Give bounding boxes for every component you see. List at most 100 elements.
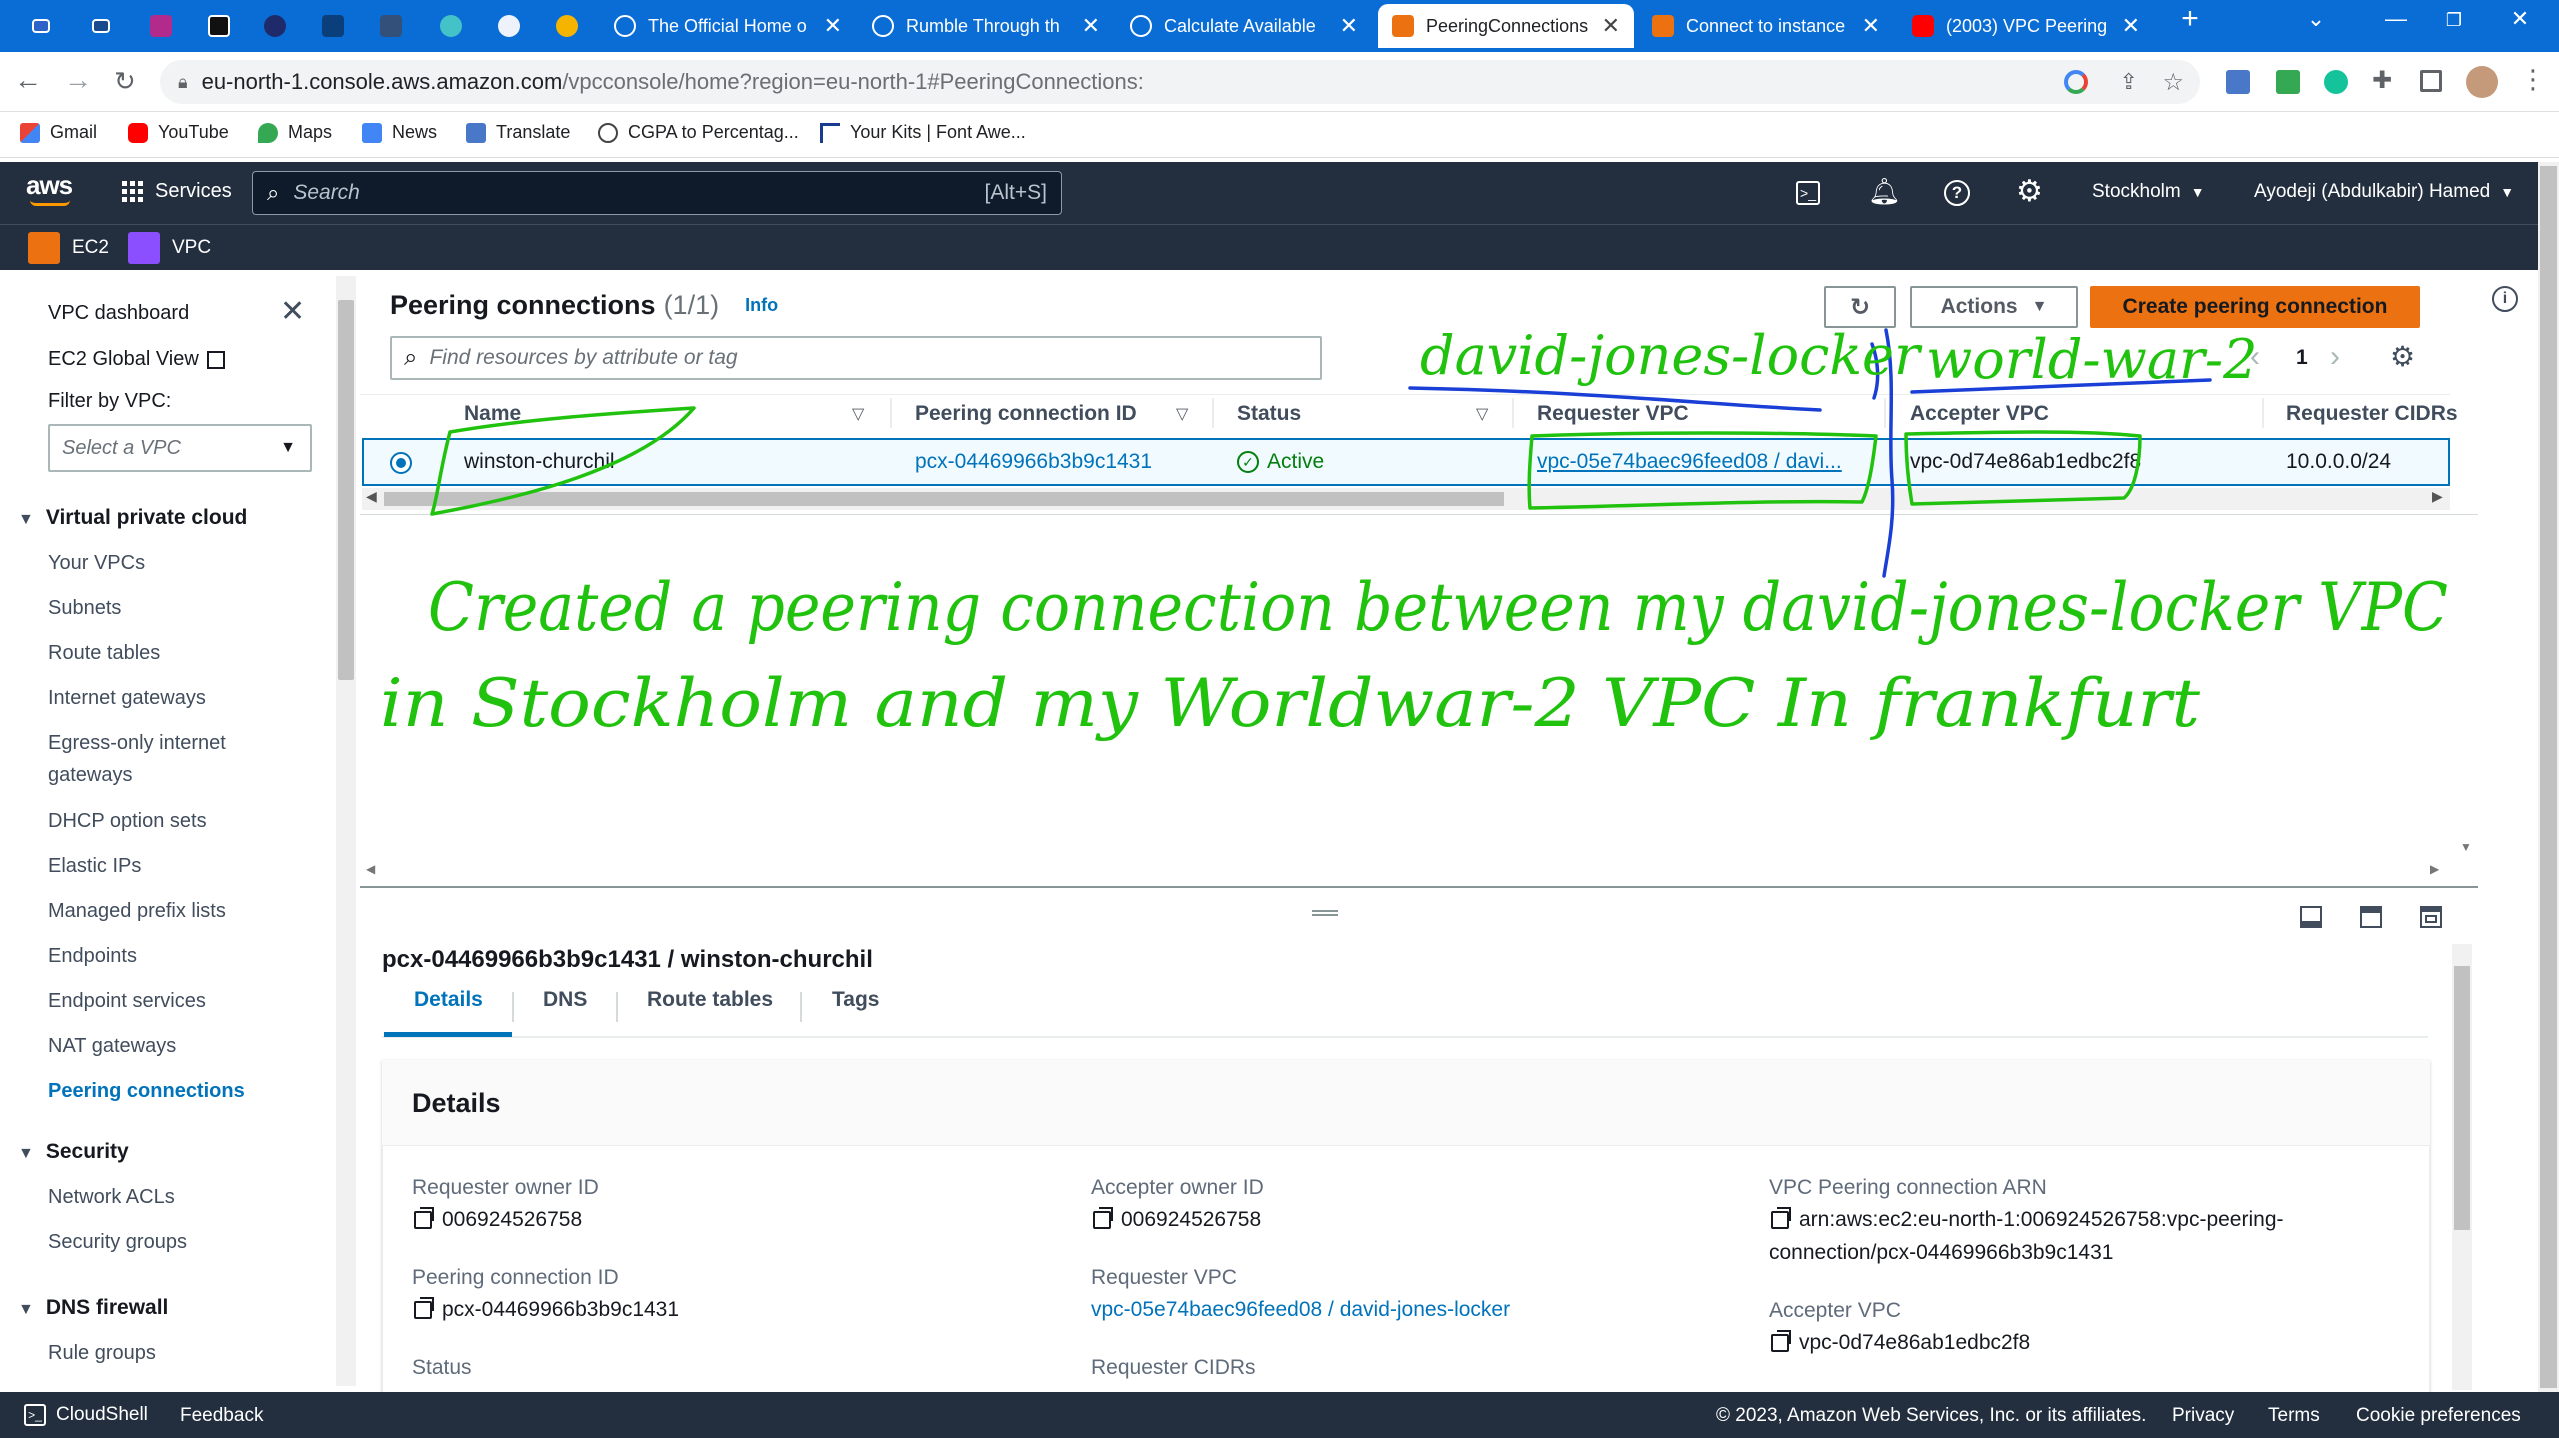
copy-icon[interactable]: [1771, 1330, 1791, 1352]
nav-egress-only-gateways[interactable]: Egress-only internet: [48, 732, 226, 755]
console-search-input[interactable]: ⌕ Search [Alt+S]: [252, 171, 1062, 215]
nav-section-vpc[interactable]: ▼ Virtual private cloud: [18, 506, 247, 530]
filter-input[interactable]: ⌕ Find resources by attribute or tag: [390, 336, 1322, 380]
column-header-accepter-vpc[interactable]: Accepter VPC: [1910, 402, 2049, 426]
cloudshell-icon[interactable]: >_: [1796, 181, 1820, 205]
close-icon[interactable]: ✕: [824, 13, 842, 39]
pinned-tab[interactable]: [310, 8, 356, 44]
column-header-requester-cidrs[interactable]: Requester CIDRs: [2286, 402, 2458, 426]
pinned-tab[interactable]: [138, 8, 184, 44]
favorite-vpc[interactable]: VPC: [128, 232, 211, 264]
google-icon[interactable]: [2064, 70, 2088, 94]
new-tab-button[interactable]: +: [2170, 2, 2210, 36]
panel-full-icon[interactable]: [2420, 906, 2442, 928]
scroll-right-arrow[interactable]: ▶: [2430, 862, 2439, 876]
nav-route-tables[interactable]: Route tables: [48, 642, 160, 665]
nav-your-vpcs[interactable]: Your VPCs: [48, 552, 145, 575]
pinned-tab[interactable]: [368, 8, 414, 44]
nav-ec2-global-view[interactable]: EC2 Global View: [48, 348, 225, 371]
browser-tab-active[interactable]: PeeringConnections ✕: [1378, 4, 1634, 48]
nav-subnets[interactable]: Subnets: [48, 597, 121, 620]
nav-peering-connections[interactable]: Peering connections: [48, 1080, 245, 1103]
nav-elastic-ips[interactable]: Elastic IPs: [48, 855, 141, 878]
minimize-button[interactable]: —: [2376, 6, 2416, 32]
page-scroll-thumb[interactable]: [2540, 166, 2557, 1388]
bell-icon[interactable]: 🔔︎: [1868, 176, 1901, 207]
nav-endpoint-services[interactable]: Endpoint services: [48, 990, 206, 1013]
filter-sort-icon[interactable]: ▽: [1176, 404, 1188, 424]
detail-scroll-thumb[interactable]: [2454, 966, 2470, 1230]
bookmark-cgpa[interactable]: CGPA to Percentag...: [598, 122, 799, 143]
close-icon[interactable]: ✕: [1862, 13, 1880, 39]
close-icon[interactable]: ✕: [1340, 13, 1358, 39]
column-header-peering-id[interactable]: Peering connection ID: [915, 402, 1137, 426]
sidebar-scroll-thumb[interactable]: [338, 300, 354, 680]
pinned-tab[interactable]: [196, 8, 242, 44]
nav-rule-groups[interactable]: Rule groups: [48, 1342, 156, 1365]
refresh-button[interactable]: ↻: [1824, 286, 1896, 328]
nav-section-security[interactable]: ▼ Security: [18, 1140, 129, 1164]
region-selector[interactable]: Stockholm ▼: [2092, 181, 2205, 203]
nav-vpc-dashboard[interactable]: VPC dashboard: [48, 302, 189, 325]
browser-tab[interactable]: (2003) VPC Peering ✕: [1898, 4, 2154, 48]
create-peering-connection-button[interactable]: Create peering connection: [2090, 286, 2420, 328]
info-panel-icon[interactable]: i: [2492, 286, 2518, 312]
row-radio[interactable]: [390, 452, 412, 474]
pinned-tab[interactable]: [18, 8, 64, 44]
copy-icon[interactable]: [414, 1297, 434, 1319]
nav-dhcp-option-sets[interactable]: DHCP option sets: [48, 810, 207, 833]
column-header-requester-vpc[interactable]: Requester VPC: [1537, 402, 1689, 426]
pinned-tab[interactable]: [544, 8, 590, 44]
info-link[interactable]: Info: [745, 295, 778, 316]
bookmark-translate[interactable]: Translate: [466, 122, 570, 143]
nav-managed-prefix-lists[interactable]: Managed prefix lists: [48, 900, 226, 923]
browser-tab[interactable]: Rumble Through th ✕: [858, 4, 1114, 48]
panel-top-icon[interactable]: [2360, 906, 2382, 928]
nav-network-acls[interactable]: Network ACLs: [48, 1186, 175, 1209]
tab-search-chevron-icon[interactable]: ⌄: [2296, 6, 2336, 32]
scroll-left-arrow[interactable]: ◀: [366, 488, 377, 505]
tab-details[interactable]: Details: [414, 988, 483, 1012]
aws-logo[interactable]: aws: [26, 170, 73, 201]
puzzle-icon[interactable]: ✚: [2372, 66, 2392, 95]
side-panel-icon[interactable]: [2420, 70, 2442, 92]
vpc-filter-select[interactable]: Select a VPC ▼: [48, 424, 312, 472]
column-header-name[interactable]: Name: [464, 402, 521, 426]
extension-icon[interactable]: [2276, 70, 2300, 94]
star-icon[interactable]: ☆: [2162, 68, 2184, 97]
maximize-button[interactable]: ❐: [2434, 10, 2474, 31]
nav-nat-gateways[interactable]: NAT gateways: [48, 1035, 176, 1058]
close-icon[interactable]: ✕: [280, 294, 305, 329]
account-menu[interactable]: Ayodeji (Abdulkabir) Hamed ▼: [2254, 181, 2514, 203]
translate-extension-icon[interactable]: [2226, 70, 2250, 94]
grammarly-icon[interactable]: [2324, 70, 2348, 94]
pinned-tab[interactable]: [252, 8, 298, 44]
horizontal-scroll-thumb[interactable]: [384, 492, 1504, 506]
close-icon[interactable]: ✕: [2122, 13, 2140, 39]
nav-internet-gateways[interactable]: Internet gateways: [48, 687, 206, 710]
copy-icon[interactable]: [1093, 1207, 1113, 1229]
bookmark-maps[interactable]: Maps: [258, 122, 332, 143]
pinned-tab[interactable]: [428, 8, 474, 44]
cell-requester-vpc-link[interactable]: vpc-05e74baec96feed08 / davi...: [1537, 450, 1842, 474]
back-icon[interactable]: ←: [14, 64, 42, 96]
filter-sort-icon[interactable]: ▽: [852, 404, 864, 424]
page-number[interactable]: 1: [2296, 346, 2308, 370]
bookmark-font-awesome[interactable]: Your Kits | Font Awe...: [820, 122, 1026, 143]
filter-sort-icon[interactable]: ▽: [1476, 404, 1488, 424]
nav-endpoints[interactable]: Endpoints: [48, 945, 137, 968]
tab-route-tables[interactable]: Route tables: [647, 988, 773, 1012]
cloudshell-link[interactable]: >_ CloudShell: [24, 1404, 148, 1426]
profile-avatar[interactable]: [2466, 66, 2498, 98]
tab-tags[interactable]: Tags: [832, 988, 879, 1012]
forward-icon[interactable]: →: [64, 64, 92, 96]
cookie-preferences-link[interactable]: Cookie preferences: [2356, 1405, 2521, 1427]
bookmark-youtube[interactable]: YouTube: [128, 122, 229, 143]
bookmark-news[interactable]: News: [362, 122, 437, 143]
split-panel-divider[interactable]: [360, 886, 2478, 888]
pinned-tab[interactable]: [486, 8, 532, 44]
panel-bottom-icon[interactable]: [2300, 906, 2322, 928]
drag-handle-icon[interactable]: [1312, 910, 1338, 916]
cell-peering-id-link[interactable]: pcx-04469966b3b9c1431: [915, 450, 1152, 474]
scroll-left-arrow[interactable]: ◀: [366, 862, 375, 876]
